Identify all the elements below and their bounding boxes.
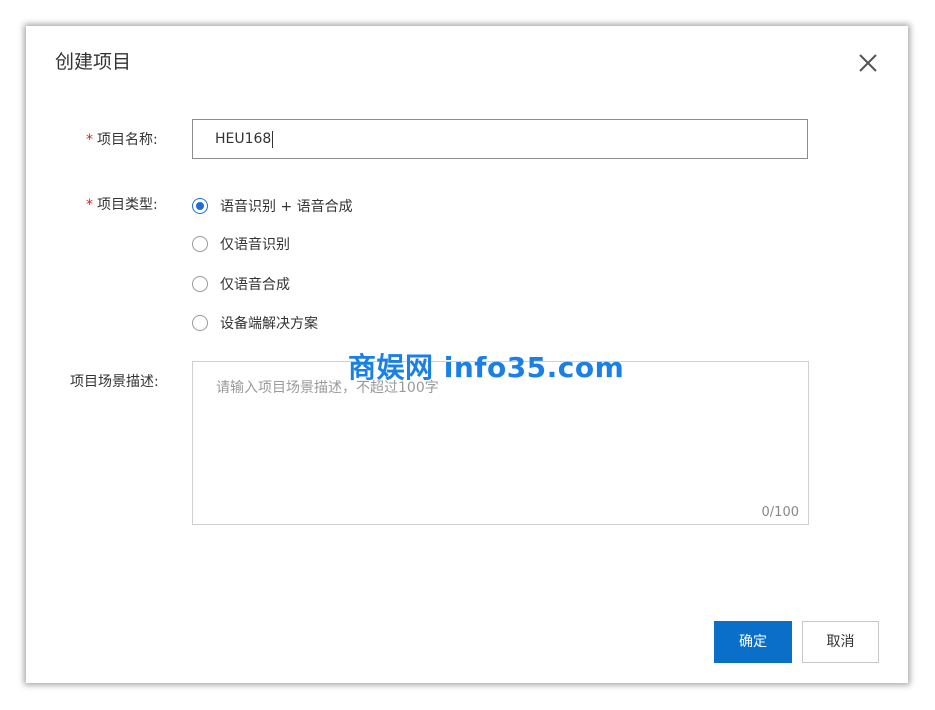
char-counter: 0/100	[761, 505, 799, 520]
dialog-title: 创建项目	[55, 51, 132, 73]
radio-option-tts-only[interactable]: 仅语音合成	[192, 273, 290, 295]
radio-option-label: 语音识别 + 语音合成	[220, 199, 353, 215]
project-name-input[interactable]: HEU168	[192, 119, 808, 159]
cancel-button[interactable]: 取消	[802, 621, 879, 663]
radio-checked-icon[interactable]	[192, 198, 208, 214]
radio-option-device-solution[interactable]: 设备端解决方案	[192, 312, 318, 334]
radio-unchecked-icon[interactable]	[192, 276, 208, 292]
radio-option-label: 仅语音识别	[220, 237, 290, 253]
radio-option-label: 设备端解决方案	[220, 316, 318, 332]
create-project-dialog: 创建项目 * 项目名称: HEU168 * 项目类型: 语音识别 + 语音合成 仅语…	[26, 26, 908, 683]
confirm-button[interactable]: 确定	[714, 621, 792, 663]
required-mark: *	[86, 197, 93, 213]
project-type-label: * 项目类型:	[86, 195, 158, 215]
radio-option-label: 仅语音合成	[220, 277, 290, 293]
project-name-label-text: 项目名称:	[97, 132, 158, 148]
project-name-label: * 项目名称:	[86, 130, 158, 150]
radio-unchecked-icon[interactable]	[192, 315, 208, 331]
close-icon[interactable]	[853, 48, 883, 78]
radio-option-asr-only[interactable]: 仅语音识别	[192, 233, 290, 255]
required-mark: *	[86, 132, 93, 148]
project-type-label-text: 项目类型:	[97, 197, 158, 213]
text-caret	[272, 130, 274, 148]
project-name-value: HEU168	[215, 131, 272, 147]
description-label: 项目场景描述:	[70, 374, 159, 390]
radio-unchecked-icon[interactable]	[192, 236, 208, 252]
watermark: 商娱网 info35.com	[348, 351, 625, 384]
radio-option-asr-tts[interactable]: 语音识别 + 语音合成	[192, 195, 353, 217]
